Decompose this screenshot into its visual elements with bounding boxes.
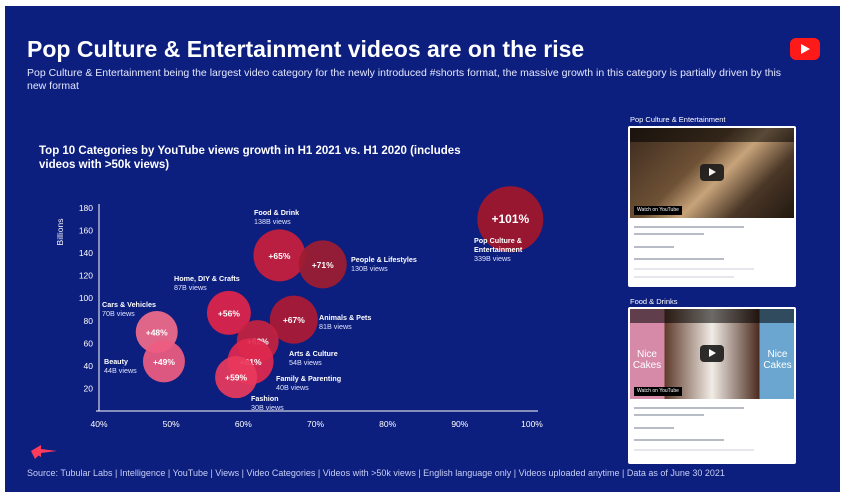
bubble-category-label: Family & Parenting: [276, 374, 341, 383]
y-axis-label: Billions: [55, 219, 65, 246]
x-tick-label: 50%: [163, 419, 180, 429]
tubular-logo-icon: [31, 445, 57, 459]
bubble-views-label: 130B views: [351, 264, 388, 273]
x-tick-label: 80%: [379, 419, 396, 429]
x-tick-label: 100%: [521, 419, 543, 429]
bubble-growth-label: +67%: [283, 315, 305, 325]
video-top-bar: [630, 309, 794, 323]
bubble-growth-label: +71%: [312, 260, 334, 270]
video-card-food-drinks: Nice Cakes Nice Cakes Watch on YouTube: [628, 307, 796, 464]
bubble-category-label: Arts & Culture: [289, 349, 338, 358]
y-tick-label: 20: [84, 383, 94, 393]
bubble-views-label: 81B views: [319, 322, 352, 331]
meta-line: [634, 258, 724, 260]
x-tick-label: 90%: [451, 419, 468, 429]
y-tick-label: 120: [79, 271, 93, 281]
play-icon[interactable]: [700, 345, 724, 362]
bubble-views-label: 339B views: [474, 254, 511, 263]
video-thumbnail[interactable]: Watch on YouTube: [630, 128, 794, 218]
cake-text-left: Nice Cakes: [632, 349, 662, 371]
meta-line: [634, 439, 724, 441]
bubble-growth-label: +49%: [153, 357, 175, 367]
bubble-growth-label: +101%: [491, 212, 529, 226]
meta-line: [634, 449, 754, 451]
bubble-views-label: 70B views: [102, 309, 135, 318]
panel-title-pop-culture: Pop Culture & Entertainment: [630, 115, 726, 124]
bubble-views-label: 54B views: [289, 358, 322, 367]
panel-title-food-drinks: Food & Drinks: [630, 297, 678, 306]
bubble-category-label: Food & Drink: [254, 208, 299, 217]
meta-line: [634, 414, 704, 416]
meta-line: [634, 276, 734, 278]
watch-on-youtube-link[interactable]: Watch on YouTube: [634, 387, 682, 396]
x-tick-label: 60%: [235, 419, 252, 429]
bubble-views-label: 87B views: [174, 283, 207, 292]
x-tick-label: 70%: [307, 419, 324, 429]
bubble-category-label: Entertainment: [474, 245, 523, 254]
bubble-growth-label: +56%: [218, 308, 240, 318]
meta-line: [634, 268, 754, 270]
bubble-category-label: Cars & Vehicles: [102, 300, 156, 309]
bubble-category-label: Beauty: [104, 357, 128, 366]
cake-text-right: Nice Cakes: [763, 349, 792, 371]
y-tick-label: 60: [84, 338, 94, 348]
y-tick-label: 140: [79, 248, 93, 258]
bubble-views-label: 40B views: [276, 383, 309, 392]
y-tick-label: 180: [79, 203, 93, 213]
y-tick-label: 40: [84, 361, 94, 371]
video-card-pop-culture: Watch on YouTube: [628, 126, 796, 287]
meta-line: [634, 427, 674, 429]
bubble-views-label: 44B views: [104, 366, 137, 375]
bubble-growth-label: +59%: [225, 373, 247, 383]
meta-line: [634, 246, 674, 248]
watch-on-youtube-link[interactable]: Watch on YouTube: [634, 206, 682, 215]
bubble-category-label: Pop Culture &: [474, 236, 522, 245]
bubble-category-label: Animals & Pets: [319, 313, 371, 322]
bubble-category-label: Home, DIY & Crafts: [174, 274, 240, 283]
source-note: Source: Tubular Labs | Intelligence | Yo…: [27, 468, 725, 478]
play-icon[interactable]: [700, 164, 724, 181]
y-tick-label: 160: [79, 226, 93, 236]
meta-line: [634, 233, 704, 235]
meta-line: [634, 407, 744, 409]
video-top-bar: [630, 128, 794, 142]
bubble-views-label: 138B views: [254, 217, 291, 226]
bubble-views-label: 30B views: [251, 403, 284, 412]
y-tick-label: 80: [84, 316, 94, 326]
bubble-category-label: Fashion: [251, 394, 279, 403]
meta-line: [634, 226, 744, 228]
slide: Pop Culture & Entertainment videos are o…: [5, 6, 840, 492]
y-tick-label: 100: [79, 293, 93, 303]
x-tick-label: 40%: [90, 419, 107, 429]
bubble-category-label: People & Lifestyles: [351, 255, 417, 264]
video-thumbnail[interactable]: Nice Cakes Nice Cakes Watch on YouTube: [630, 309, 794, 399]
bubble-growth-label: +48%: [146, 328, 168, 338]
bubble-growth-label: +65%: [268, 251, 290, 261]
